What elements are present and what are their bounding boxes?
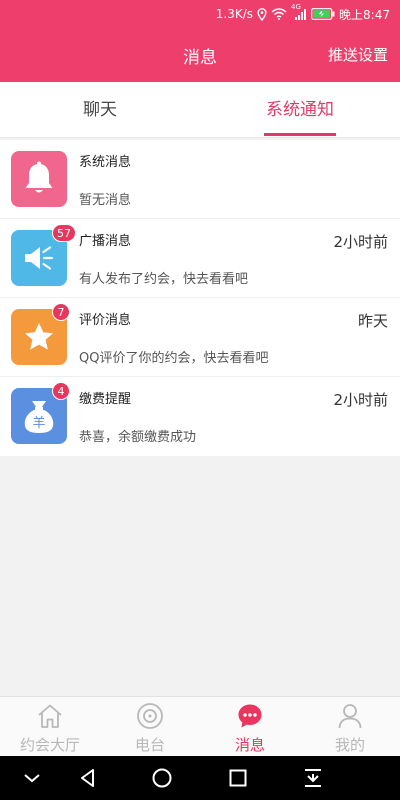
list-item-review-messages[interactable]: 7 评价消息 昨天 QQ评价了你的约会，快去看看吧 — [0, 298, 400, 377]
home-button-icon[interactable] — [150, 766, 174, 790]
speaker-icon — [25, 246, 54, 270]
signal-icon — [295, 9, 307, 20]
item-name: 广播消息 — [79, 234, 132, 249]
unread-badge: 57 — [52, 224, 76, 242]
item-name: 评价消息 — [79, 313, 132, 328]
item-name: 系统消息 — [79, 155, 132, 170]
tab-system-notifications-label: 系统通知 — [266, 100, 334, 120]
tab-chat[interactable]: 聊天 — [0, 82, 200, 138]
radio-icon — [137, 703, 163, 729]
active-tab-indicator — [264, 133, 336, 136]
header: 消息 推送设置 — [0, 28, 400, 82]
nav-dating-hall[interactable]: 约会大厅 — [0, 697, 100, 757]
back-icon[interactable] — [76, 766, 100, 790]
status-bar-right: 1.3K/s 4G 晚上8:47 — [215, 3, 390, 22]
nav-label: 电台 — [134, 736, 165, 754]
status-bar: 1.3K/s 4G 晚上8:47 — [0, 0, 400, 28]
nav-radio[interactable]: 电台 — [100, 697, 200, 757]
bottom-nav: 约会大厅 电台 消息 我的 — [0, 696, 400, 756]
battery-icon — [311, 8, 335, 20]
wifi-icon — [271, 8, 287, 20]
star-icon — [25, 323, 53, 350]
nav-messages[interactable]: 消息 — [200, 697, 300, 757]
nav-me[interactable]: 我的 — [300, 697, 400, 757]
money-symbol: 羊 — [32, 415, 45, 431]
nav-label: 约会大厅 — [19, 736, 80, 754]
item-name: 缴费提醒 — [79, 392, 132, 407]
item-preview: 有人发布了约会，快去看看吧 — [79, 272, 249, 287]
nav-label: 消息 — [234, 736, 265, 754]
tab-bar: 聊天 系统通知 — [0, 82, 400, 138]
unread-badge: 4 — [52, 382, 70, 400]
chevron-down-icon[interactable] — [20, 766, 44, 790]
list-item-system-messages[interactable]: 系统消息 暂无消息 — [0, 140, 400, 219]
chat-icon — [238, 704, 262, 728]
list-item-payment-reminder[interactable]: 羊 4 缴费提醒 2小时前 恭喜，余额缴费成功 — [0, 377, 400, 456]
network-speed: 1.3K/s — [215, 7, 254, 21]
user-icon — [338, 704, 362, 729]
nav-label: 我的 — [334, 736, 365, 754]
item-time: 2小时前 — [333, 391, 388, 409]
notification-pulldown-icon[interactable] — [301, 766, 325, 790]
item-preview: QQ评价了你的约会，快去看看吧 — [79, 351, 269, 366]
location-icon — [257, 7, 267, 21]
bell-icon — [25, 161, 53, 193]
recent-apps-icon[interactable] — [226, 766, 250, 790]
signal-group: 4G — [291, 3, 307, 21]
item-time: 昨天 — [357, 312, 388, 330]
tab-chat-label: 聊天 — [83, 100, 117, 120]
top-bar: 1.3K/s 4G 晚上8:47 消息 推送设置 — [0, 0, 400, 82]
item-preview: 恭喜，余额缴费成功 — [79, 430, 197, 445]
push-settings-button[interactable]: 推送设置 — [328, 44, 388, 65]
list-item-broadcast-messages[interactable]: 57 广播消息 2小时前 有人发布了约会，快去看看吧 — [0, 219, 400, 298]
unread-badge: 7 — [52, 303, 70, 321]
money-bag-icon: 羊 — [24, 401, 54, 433]
system-nav-bar — [0, 756, 400, 800]
system-messages-icon-box — [11, 151, 67, 207]
clock: 晚上8:47 — [339, 7, 390, 22]
home-icon — [38, 704, 62, 728]
message-list: 系统消息 暂无消息 57 广播消息 2小时前 有人发布了约会，快去看看吧 7 评… — [0, 140, 400, 456]
item-preview: 暂无消息 — [79, 193, 132, 208]
item-time: 2小时前 — [333, 233, 388, 251]
tab-system-notifications[interactable]: 系统通知 — [200, 82, 400, 138]
